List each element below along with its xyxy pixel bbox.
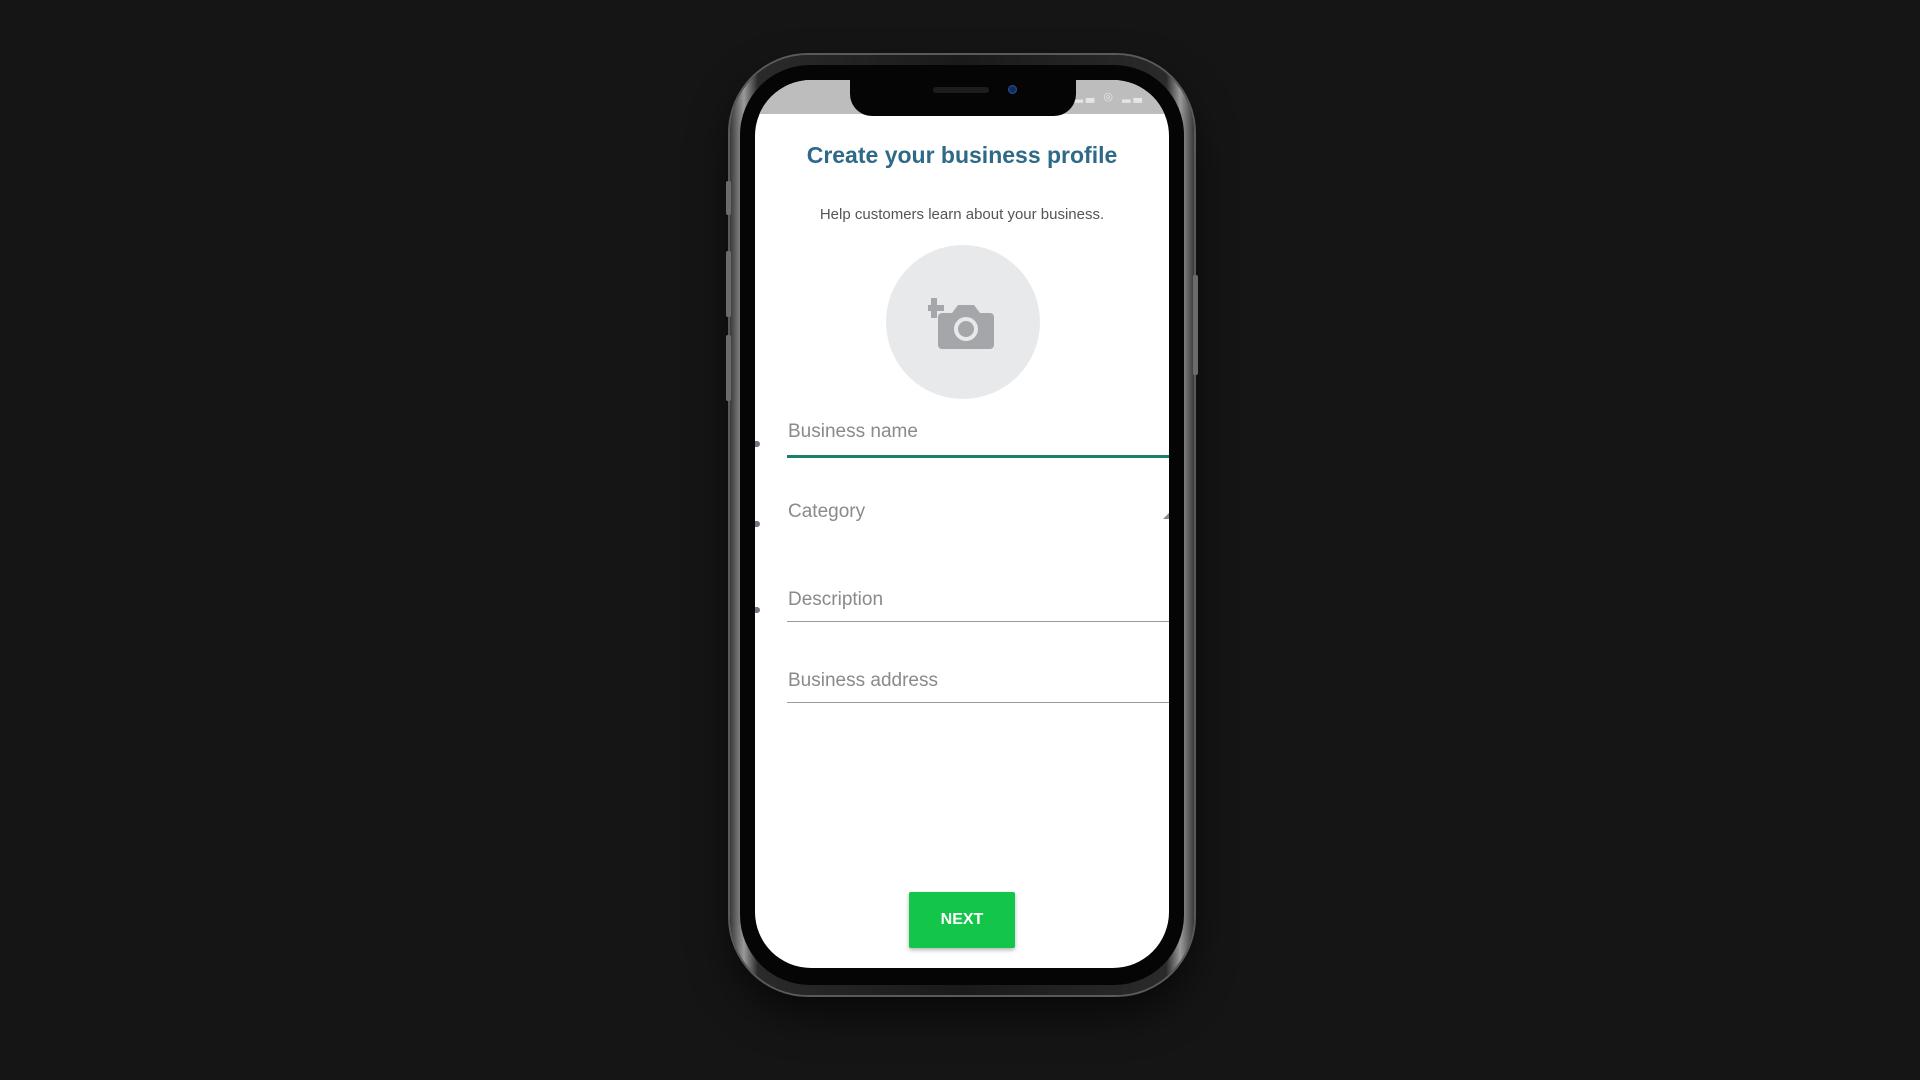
business-name-field[interactable]: Business name: [787, 421, 1169, 458]
business-name-underline: [787, 455, 1169, 458]
category-dropdown[interactable]: Category: [787, 501, 1169, 523]
notch: [850, 80, 1076, 116]
stage: ▂▃ ◎ ▂▃ Create your business profile Hel…: [0, 0, 1920, 1080]
phone-frame: ▂▃ ◎ ▂▃ Create your business profile Hel…: [726, 55, 1198, 995]
dropdown-caret-icon: [1163, 513, 1169, 519]
edge-marker: [755, 441, 760, 447]
front-camera: [1008, 85, 1017, 94]
phone-screen: ▂▃ ◎ ▂▃ Create your business profile Hel…: [755, 80, 1169, 968]
add-camera-icon: [928, 298, 994, 349]
mute-switch: [726, 181, 731, 215]
description-underline: [787, 621, 1169, 622]
volume-down-button: [726, 335, 731, 401]
description-placeholder: Description: [788, 589, 884, 610]
volume-up-button: [726, 251, 731, 317]
speaker-grille: [933, 87, 989, 93]
power-button: [1193, 275, 1198, 375]
page-subtitle: Help customers learn about your business…: [819, 206, 1105, 223]
business-name-placeholder: Business name: [788, 421, 918, 442]
edge-marker: [755, 521, 760, 527]
business-address-placeholder: Business address: [788, 670, 938, 691]
business-address-field[interactable]: Business address: [787, 670, 1169, 703]
next-button[interactable]: NEXT: [909, 892, 1015, 948]
signal-icon: ▂▃ ◎ ▂▃: [1074, 91, 1145, 103]
category-placeholder: Category: [788, 501, 866, 522]
page-title: Create your business profile: [806, 142, 1118, 168]
description-field[interactable]: Description: [787, 589, 1169, 622]
edge-marker: [755, 607, 760, 613]
business-address-underline: [787, 702, 1169, 703]
profile-photo-button[interactable]: [886, 245, 1040, 399]
